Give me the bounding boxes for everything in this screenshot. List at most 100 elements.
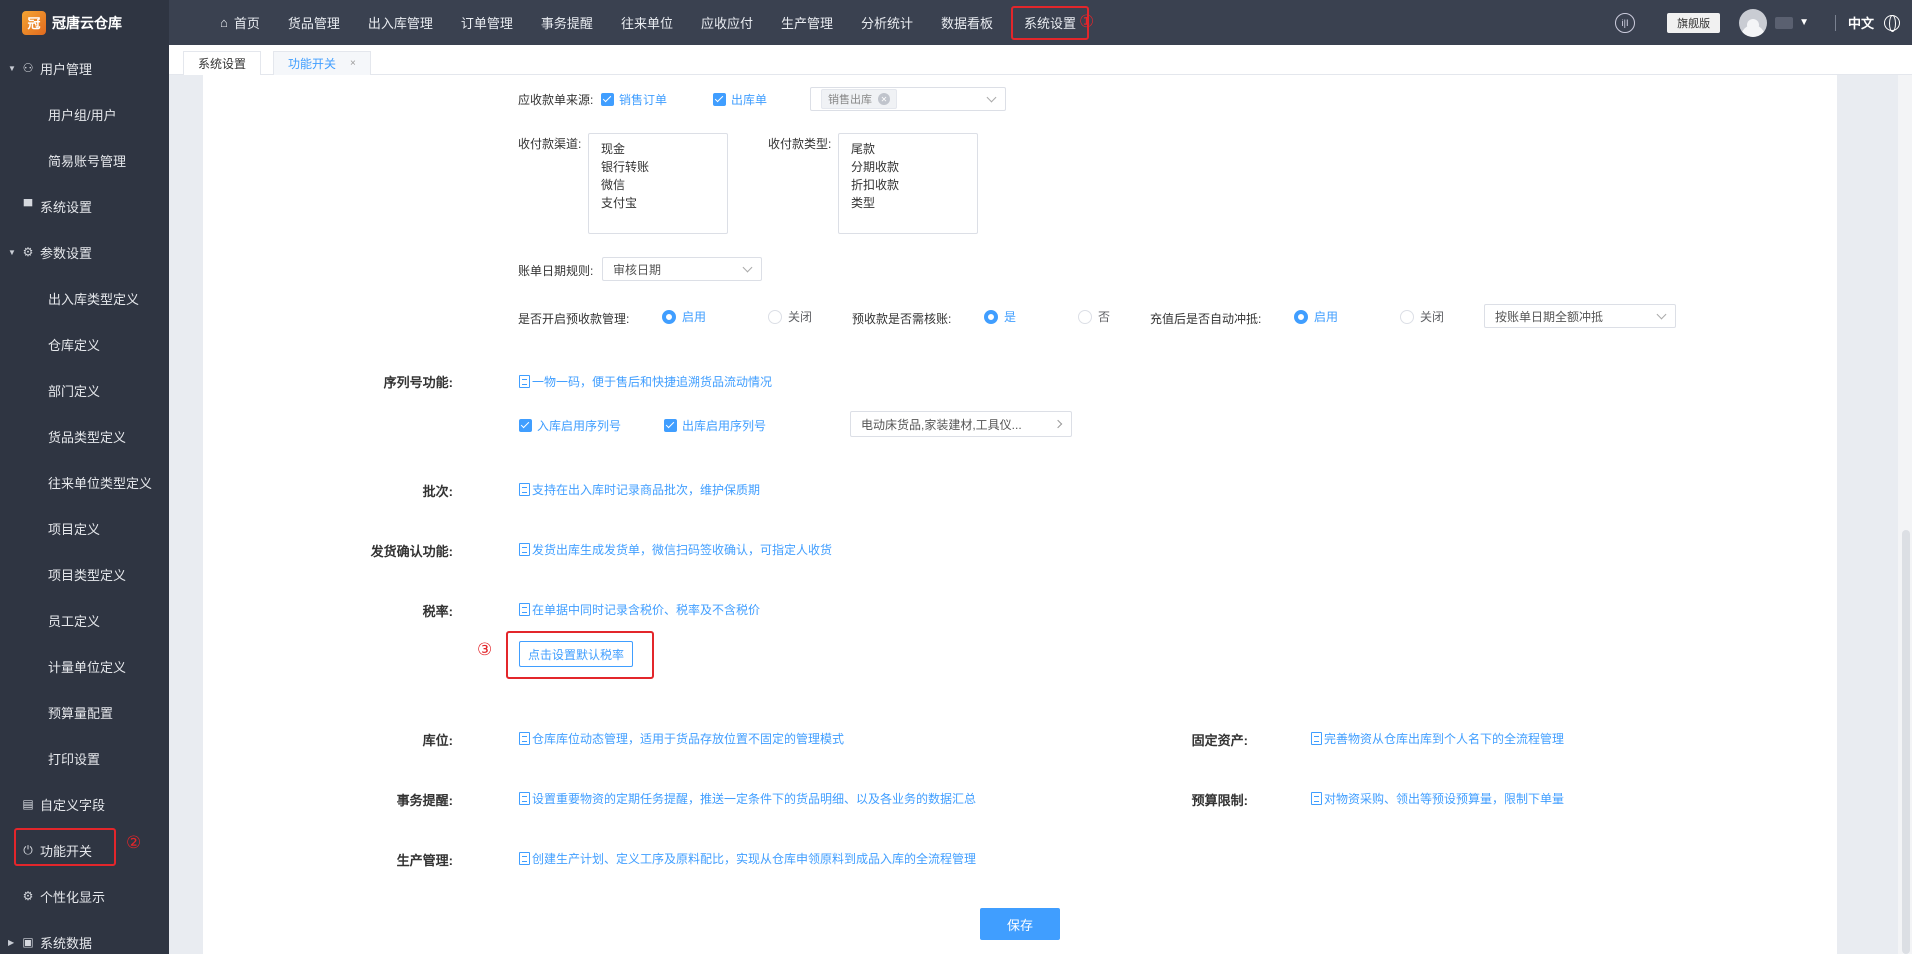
receivable-source-label: 应收款单来源:: [518, 93, 594, 107]
radio-recharge-off[interactable]: 关闭: [1400, 308, 1444, 325]
checkbox-serial-in[interactable]: 入库启用序列号: [519, 417, 621, 434]
radio-recharge-on[interactable]: 启用: [1294, 308, 1338, 325]
nav-analytics[interactable]: 分析统计: [847, 0, 927, 45]
nav-dashboard[interactable]: 数据看板: [927, 0, 1007, 45]
username-redacted: [1775, 16, 1794, 29]
nav-orders[interactable]: 订单管理: [447, 0, 527, 45]
bill-date-select[interactable]: 审核日期: [602, 257, 762, 281]
radio-prepay-off[interactable]: 关闭: [768, 308, 812, 325]
tab-strip: 系统设置 功能开关 ×: [169, 45, 1912, 75]
tab-feature-switches[interactable]: 功能开关 ×: [273, 51, 371, 75]
radio-label: 是: [1004, 310, 1017, 324]
document-icon: [519, 603, 530, 616]
sidebar-item-units[interactable]: 计量单位定义: [0, 643, 169, 689]
radio-prepay-on[interactable]: 启用: [662, 308, 706, 325]
sidebar-item-custom-fields[interactable]: ▤ 自定义字段: [0, 781, 169, 827]
sidebar-item-projects[interactable]: 项目定义: [0, 505, 169, 551]
tag-label: 销售出库: [828, 94, 872, 106]
nav-partners[interactable]: 往来单位: [607, 0, 687, 45]
avatar[interactable]: [1739, 8, 1768, 37]
language-switch[interactable]: 中文: [1848, 13, 1874, 32]
main-scrollbar[interactable]: [1898, 75, 1912, 954]
sidebar-item-partner-types[interactable]: 往来单位类型定义: [0, 459, 169, 505]
list-item[interactable]: 现金: [601, 140, 715, 158]
nav-ar-ap[interactable]: 应收应付: [687, 0, 767, 45]
paytype-list[interactable]: 尾款 分期收款 折扣收款 类型: [838, 133, 978, 234]
checkbox-sales-order[interactable]: 销售订单: [601, 91, 667, 108]
ship-label: 发货确认功能:: [370, 544, 453, 559]
radio-label: 否: [1098, 310, 1111, 324]
radio-verify-yes[interactable]: 是: [984, 308, 1016, 325]
source-type-select[interactable]: 销售出库 ✕: [810, 87, 1006, 111]
nav-home[interactable]: ⌂ 首页: [206, 0, 274, 45]
radio-icon: [1400, 309, 1414, 324]
globe-icon[interactable]: [1884, 14, 1900, 32]
budget-label: 预算限制:: [1191, 793, 1248, 808]
list-item[interactable]: 微信: [601, 176, 715, 194]
user-icon: ⚇: [22, 61, 34, 75]
radio-verify-no[interactable]: 否: [1078, 308, 1110, 325]
list-item[interactable]: 支付宝: [601, 194, 715, 212]
sidebar-item-parameters[interactable]: ▼ ⚙ 参数设置: [0, 229, 169, 275]
serial-scope-picker[interactable]: 电动床货品,家装建材,工具仪...: [850, 411, 1072, 437]
radio-icon: [1078, 309, 1092, 324]
save-button[interactable]: 保存: [980, 908, 1060, 940]
sidebar-item-employees[interactable]: 员工定义: [0, 597, 169, 643]
nav-reminders[interactable]: 事务提醒: [527, 0, 607, 45]
chevron-right-icon: [1053, 419, 1063, 429]
help-icon[interactable]: i|I: [1615, 12, 1636, 33]
sidebar-item-simple-accounts[interactable]: 简易账号管理: [0, 137, 169, 183]
sidebar-item-budget[interactable]: 预算量配置: [0, 689, 169, 735]
chevron-down-icon[interactable]: ▼: [1799, 17, 1809, 28]
sidebar-item-label: 参数设置: [40, 245, 93, 261]
reminder-label: 事务提醒:: [396, 793, 453, 808]
checkbox-outbound[interactable]: 出库单: [713, 91, 767, 108]
nav-production[interactable]: 生产管理: [767, 0, 847, 45]
nav-inout[interactable]: 出入库管理: [354, 0, 447, 45]
sidebar-item-user-management[interactable]: ▼ ⚇ 用户管理: [0, 45, 169, 91]
app-logo[interactable]: 冠 冠唐云仓库: [0, 0, 169, 45]
list-item[interactable]: 尾款: [851, 140, 965, 158]
document-icon: [519, 375, 530, 388]
list-item[interactable]: 折扣收款: [851, 176, 965, 194]
list-item[interactable]: 银行转账: [601, 158, 715, 176]
paytype-label: 收付款类型:: [768, 137, 832, 151]
desc-text: 设置重要物资的定期任务提醒，推送一定条件下的货品明细、以及各业务的数据汇总: [532, 792, 977, 806]
sidebar-item-system-settings[interactable]: ▀ 系统设置: [0, 183, 169, 229]
nav-goods[interactable]: 货品管理: [274, 0, 354, 45]
checkbox-checked-icon: [601, 93, 614, 106]
sidebar-item-departments[interactable]: 部门定义: [0, 367, 169, 413]
nav-system-settings[interactable]: 系统设置: [1011, 5, 1090, 40]
sidebar-item-label: 系统数据: [40, 935, 93, 951]
radio-label: 启用: [682, 310, 707, 324]
sidebar-item-warehouses[interactable]: 仓库定义: [0, 321, 169, 367]
sidebar-item-system-data[interactable]: ▶ ▣ 系统数据: [0, 919, 169, 954]
sidebar-item-user-groups[interactable]: 用户组/用户: [0, 91, 169, 137]
sidebar-item-personalization[interactable]: ⚙ 个性化显示: [0, 873, 169, 919]
checkbox-serial-out[interactable]: 出库启用序列号: [664, 417, 766, 434]
chevron-down-icon: [1656, 309, 1667, 319]
sidebar-item-project-types[interactable]: 项目类型定义: [0, 551, 169, 597]
scrollbar-thumb[interactable]: [1902, 530, 1910, 954]
tab-system-settings[interactable]: 系统设置: [183, 51, 262, 75]
ship-desc: 发货出库生成发货单，微信扫码签收确认，可指定人收货: [519, 541, 832, 558]
recharge-mode-select[interactable]: 按账单日期全额冲抵: [1484, 304, 1676, 328]
close-icon[interactable]: ×: [350, 58, 356, 69]
list-item[interactable]: 分期收款: [851, 158, 965, 176]
document-icon: [519, 732, 530, 745]
channel-list[interactable]: 现金 银行转账 微信 支付宝: [588, 133, 728, 234]
radio-icon: [768, 309, 782, 324]
sidebar-item-goods-types[interactable]: 货品类型定义: [0, 413, 169, 459]
chevron-down-icon: [742, 262, 753, 272]
tag-close-icon[interactable]: ✕: [878, 93, 890, 105]
set-default-tax-button[interactable]: 点击设置默认税率: [519, 641, 634, 667]
sidebar-item-print[interactable]: 打印设置: [0, 735, 169, 781]
channel-label: 收付款渠道:: [518, 137, 582, 151]
list-item[interactable]: 类型: [851, 194, 965, 212]
home-icon: ⌂: [220, 15, 228, 30]
batch-desc: 支持在出入库时记录商品批次，维护保质期: [519, 481, 760, 498]
checkbox-label: 出库单: [731, 93, 768, 107]
chevron-down-icon: [986, 92, 997, 102]
sidebar-item-io-types[interactable]: 出入库类型定义: [0, 275, 169, 321]
nav-label: 首页: [233, 16, 260, 31]
